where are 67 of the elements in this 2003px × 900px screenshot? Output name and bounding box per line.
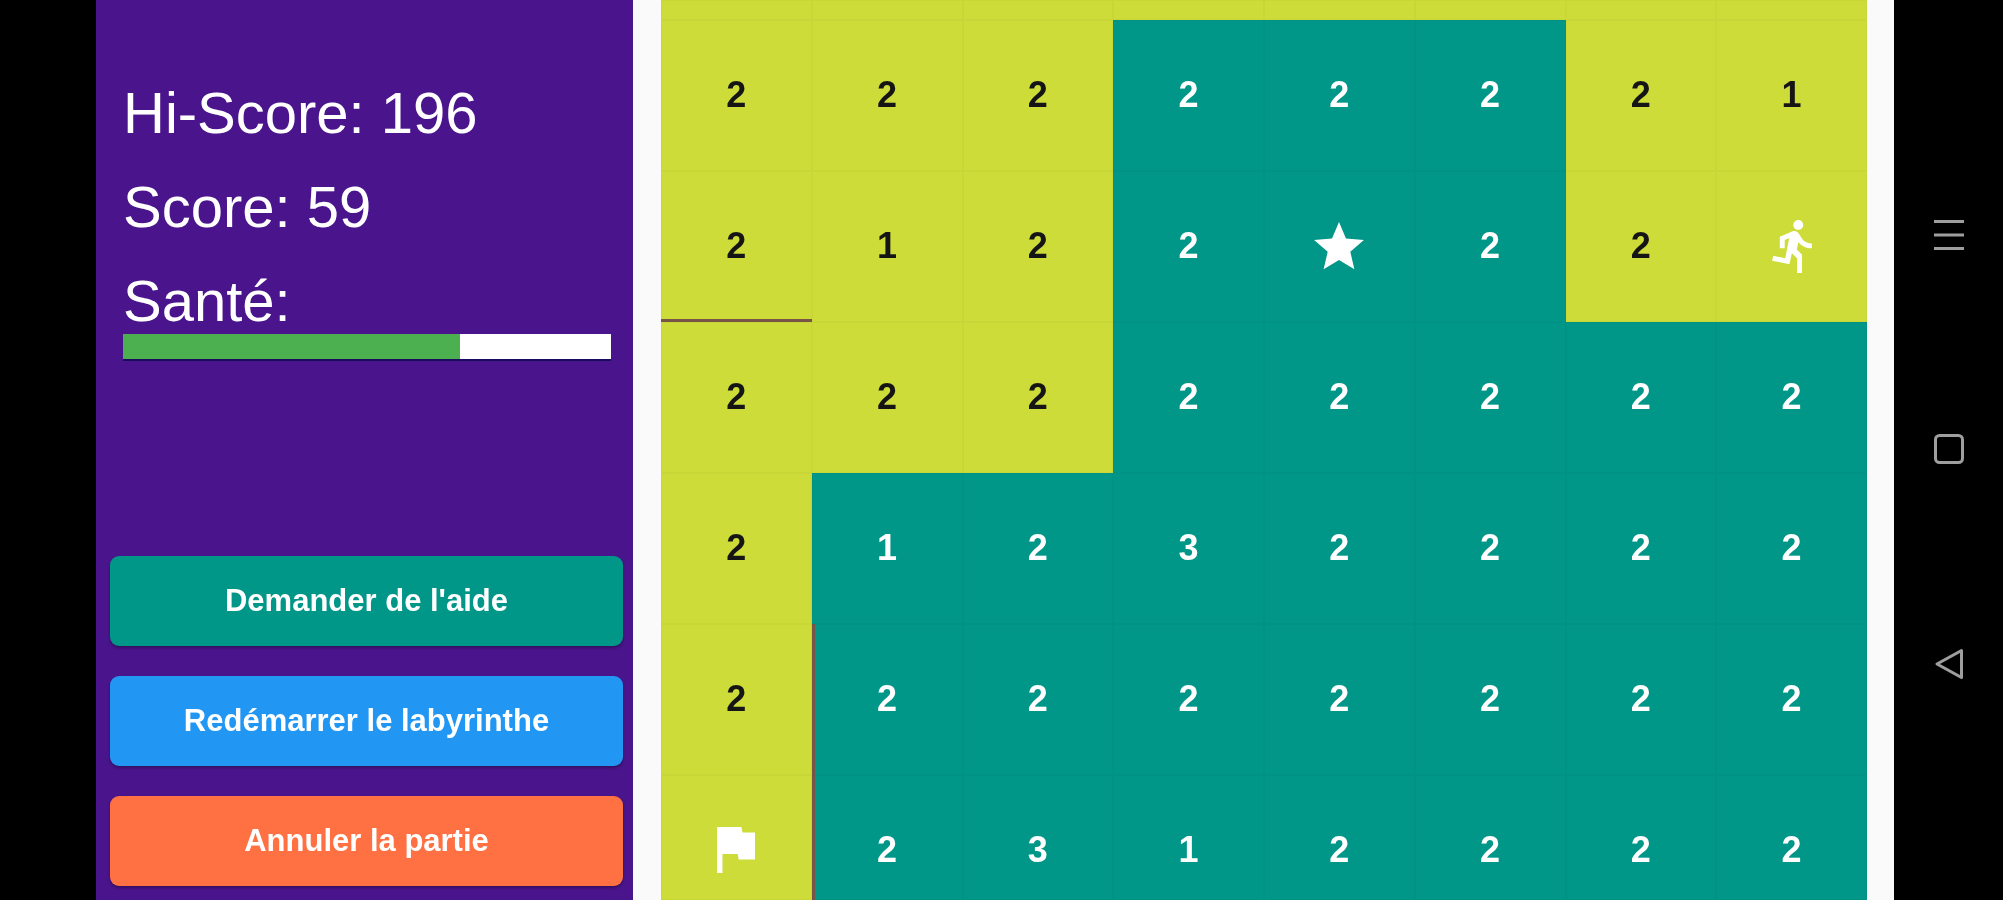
maze-cell[interactable] xyxy=(661,0,812,20)
maze-cell[interactable]: 2 xyxy=(962,473,1114,624)
maze-cell[interactable]: 2 xyxy=(962,20,1114,171)
maze-cell[interactable]: 1 xyxy=(811,171,963,322)
hi-score-text: Hi-Score: 196 xyxy=(123,81,478,145)
star-icon xyxy=(1314,222,1365,270)
health-label: Santé: xyxy=(123,269,291,333)
maze-cell[interactable]: 2 xyxy=(1414,20,1566,171)
maze-cell[interactable]: 2 xyxy=(1414,473,1566,624)
maze-cell[interactable]: 2 xyxy=(1113,20,1264,171)
action-button[interactable]: Annuler la partie xyxy=(110,796,623,886)
maze-cell[interactable]: 2 xyxy=(1264,20,1415,171)
maze-cell[interactable]: 1 xyxy=(811,473,963,624)
maze-cell[interactable]: 2 xyxy=(1414,171,1566,322)
score-text: Score: 59 xyxy=(123,175,372,239)
maze-cell[interactable]: 2 xyxy=(1264,775,1415,900)
maze-cell[interactable]: 2 xyxy=(962,624,1114,775)
square-icon[interactable] xyxy=(1933,434,1964,464)
maze-cell[interactable]: 2 xyxy=(1565,171,1717,322)
maze-cell[interactable]: 2 xyxy=(661,20,812,171)
running-person-icon xyxy=(1771,219,1812,273)
maze-cell[interactable]: 2 xyxy=(661,473,812,624)
maze-cell[interactable]: 2 xyxy=(811,624,963,775)
maze-cell[interactable]: 2 xyxy=(1113,171,1264,322)
menu-icon[interactable] xyxy=(1933,220,1964,250)
maze-cell[interactable]: 3 xyxy=(962,775,1114,900)
maze-cell[interactable]: 2 xyxy=(1565,20,1717,171)
maze-cell[interactable] xyxy=(1716,0,1867,20)
maze-cell[interactable]: 2 xyxy=(661,322,812,473)
maze-cell[interactable]: 2 xyxy=(811,775,963,900)
maze-cell[interactable] xyxy=(1264,171,1415,322)
maze-cell[interactable]: 2 xyxy=(811,322,963,473)
back-icon[interactable] xyxy=(1933,648,1964,680)
maze-cell[interactable] xyxy=(1113,0,1264,20)
maze-cell[interactable]: 2 xyxy=(1264,473,1415,624)
maze-cell[interactable]: 1 xyxy=(1716,20,1867,171)
flag-icon xyxy=(717,827,756,873)
maze-cell[interactable]: 2 xyxy=(811,20,963,171)
maze-cell[interactable]: 3 xyxy=(1113,473,1264,624)
maze-cell[interactable]: 2 xyxy=(1264,322,1415,473)
maze-cell[interactable]: 2 xyxy=(1565,624,1717,775)
maze-cell[interactable]: 2 xyxy=(1113,624,1264,775)
maze-cell[interactable] xyxy=(1716,171,1867,322)
maze-cell[interactable]: 2 xyxy=(1565,775,1717,900)
maze-cell[interactable] xyxy=(1264,0,1415,20)
maze-cell[interactable] xyxy=(962,0,1114,20)
maze-cell[interactable]: 2 xyxy=(1414,624,1566,775)
maze-cell[interactable] xyxy=(661,775,812,900)
maze-cell[interactable]: 2 xyxy=(1716,775,1867,900)
maze-cell[interactable]: 2 xyxy=(1414,775,1566,900)
maze-cell[interactable]: 2 xyxy=(1716,473,1867,624)
maze-cell[interactable]: 2 xyxy=(1565,322,1717,473)
action-button[interactable]: Demander de l'aide xyxy=(110,556,623,646)
maze-cell[interactable] xyxy=(1565,0,1717,20)
maze-cell[interactable]: 2 xyxy=(1264,624,1415,775)
maze-cell[interactable]: 2 xyxy=(661,171,812,322)
maze-cell[interactable]: 1 xyxy=(1113,775,1264,900)
action-button[interactable]: Redémarrer le labyrinthe xyxy=(110,676,623,766)
maze-cell[interactable]: 2 xyxy=(962,322,1114,473)
maze-cell[interactable]: 2 xyxy=(1414,322,1566,473)
maze-cell[interactable]: 2 xyxy=(1716,624,1867,775)
maze-cell[interactable]: 2 xyxy=(1565,473,1717,624)
maze-cell[interactable] xyxy=(1414,0,1566,20)
maze-cell[interactable]: 2 xyxy=(1716,322,1867,473)
maze-cell[interactable]: 2 xyxy=(1113,322,1264,473)
maze-cell[interactable]: 2 xyxy=(661,624,812,775)
maze-cell[interactable]: 2 xyxy=(962,171,1114,322)
